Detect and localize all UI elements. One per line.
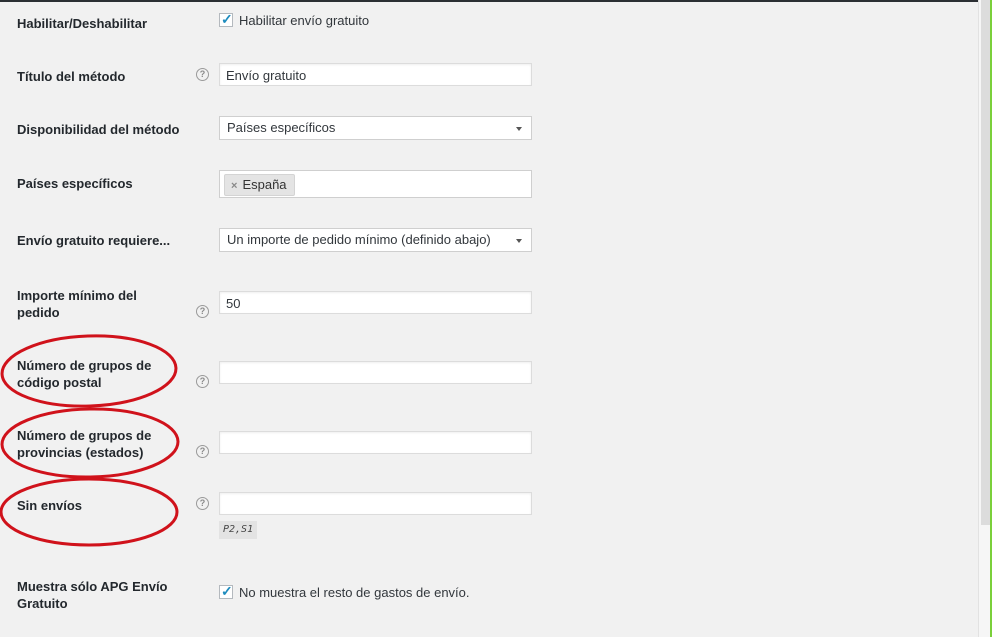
chevron-down-icon [516, 127, 522, 131]
only-apg-checkbox-label[interactable]: No muestra el resto de gastos de envío. [239, 585, 470, 600]
chevron-down-icon [516, 239, 522, 243]
scrollbar[interactable] [978, 0, 992, 637]
min-amount-label-line1: Importe mínimo del [17, 288, 137, 303]
no-shipping-label: Sin envíos [17, 498, 83, 513]
postcode-groups-label-line2: código postal [17, 375, 102, 390]
no-shipping-input[interactable] [219, 492, 532, 515]
scrollbar-thumb[interactable] [981, 0, 990, 525]
only-apg-label-line1: Muestra sólo APG Envío [17, 579, 168, 594]
remove-icon[interactable]: × [231, 180, 237, 192]
no-shipping-hint: P2,S1 [219, 521, 258, 539]
enable-checkbox-label[interactable]: Habilitar envío gratuito [239, 13, 369, 28]
checkmark-icon: ✓ [221, 583, 233, 599]
help-icon[interactable]: ? [196, 305, 209, 318]
postcode-groups-input[interactable] [219, 361, 532, 384]
countries-multiselect[interactable]: × España [219, 170, 532, 198]
state-groups-label-line2: provincias (estados) [17, 445, 144, 460]
help-icon[interactable]: ? [196, 68, 209, 81]
availability-selected: Países específicos [227, 120, 336, 135]
only-apg-checkbox[interactable]: ✓ [219, 583, 233, 599]
enable-checkbox[interactable]: ✓ [219, 11, 233, 27]
min-amount-input[interactable]: 50 [219, 291, 532, 314]
requires-select[interactable]: Un importe de pedido mínimo (definido ab… [219, 228, 532, 252]
title-label: Título del método [17, 69, 126, 84]
enable-label: Habilitar/Deshabilitar [17, 16, 148, 31]
help-icon[interactable]: ? [196, 445, 209, 458]
only-apg-label-line2: Gratuito [17, 596, 68, 611]
availability-select[interactable]: Países específicos [219, 116, 532, 140]
help-icon[interactable]: ? [196, 497, 209, 510]
postcode-groups-label-line1: Número de grupos de [17, 358, 152, 373]
country-chip-label: España [242, 177, 287, 192]
postcode-groups-label: Número de grupos de código postal [17, 357, 187, 391]
only-apg-label: Muestra sólo APG Envío Gratuito [17, 578, 187, 612]
title-input[interactable]: Envío gratuito [219, 63, 532, 86]
checkmark-icon: ✓ [221, 11, 233, 27]
state-groups-label-line1: Número de grupos de [17, 428, 152, 443]
availability-label: Disponibilidad del método [17, 122, 180, 137]
top-border [0, 0, 978, 2]
country-chip[interactable]: × España [224, 174, 295, 196]
requires-label: Envío gratuito requiere... [17, 233, 171, 248]
min-amount-label-line2: pedido [17, 305, 60, 320]
requires-selected: Un importe de pedido mínimo (definido ab… [227, 232, 491, 247]
min-amount-label: Importe mínimo del pedido [17, 287, 187, 321]
state-groups-label: Número de grupos de provincias (estados) [17, 427, 187, 461]
state-groups-input[interactable] [219, 431, 532, 454]
countries-label: Países específicos [17, 176, 133, 191]
help-icon[interactable]: ? [196, 375, 209, 388]
